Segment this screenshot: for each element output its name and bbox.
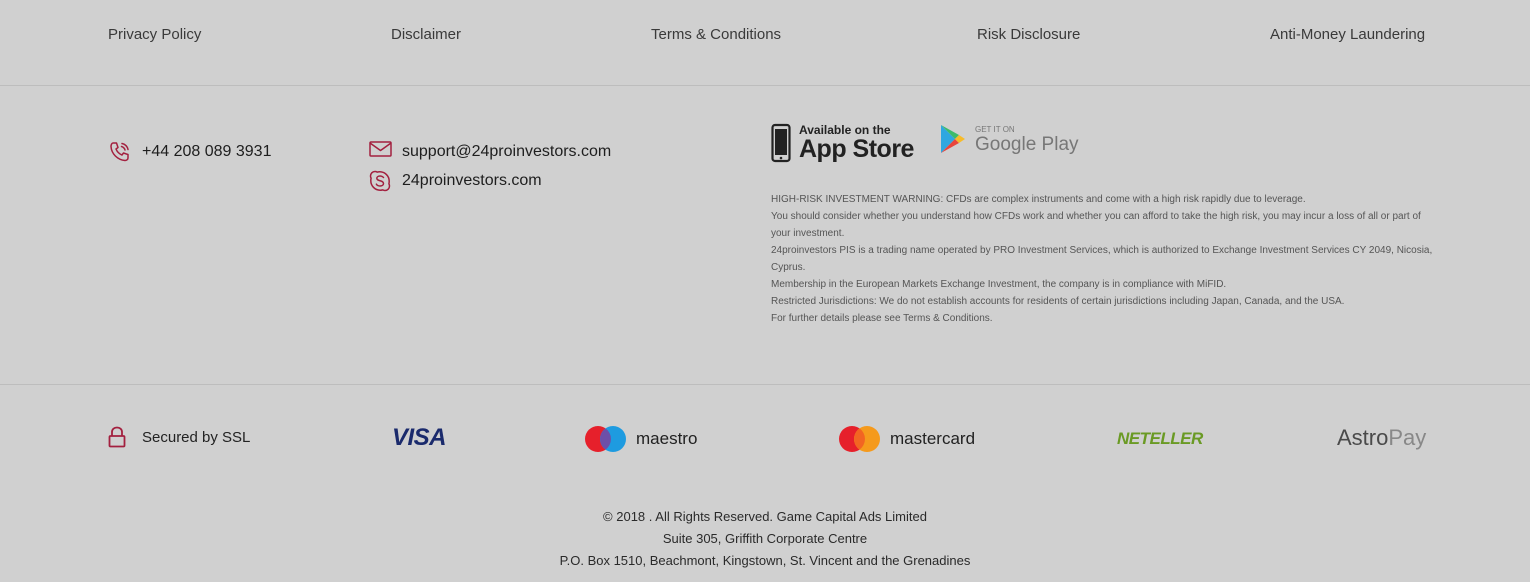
warning-line: Membership in the European Markets Excha… [771, 279, 1227, 290]
anti-money-laundering-link[interactable]: Anti-Money Laundering [1270, 26, 1425, 44]
mastercard-circles-icon [838, 425, 882, 453]
warning-line: Restricted Jurisdictions: We do not esta… [771, 296, 1345, 307]
address-line-2: P.O. Box 1510, Beachmont, Kingstown, St.… [559, 553, 971, 568]
maestro-text: maestro [636, 429, 698, 448]
warning-line: You should consider whether you understa… [771, 211, 1421, 239]
neteller-text: NETELLER [1117, 429, 1203, 448]
warning-line: 24proinvestors PIS is a trading name ope… [771, 245, 1433, 273]
google-play-icon [939, 124, 967, 156]
astropay-wordmark: AstroPay [1337, 425, 1426, 451]
google-play-big-text: Google Play [975, 133, 1079, 155]
apple-phone-icon [771, 123, 791, 163]
astropay-text-a: Astro [1337, 425, 1389, 450]
maestro-circles-icon [584, 425, 628, 453]
mastercard-logo: mastercard [838, 425, 975, 453]
privacy-policy-link[interactable]: Privacy Policy [108, 26, 201, 44]
ssl-badge: Secured by SSL [108, 426, 250, 448]
neteller-logo: NETELLER [1117, 429, 1203, 449]
astropay-logo: AstroPay [1337, 425, 1426, 451]
section-divider [0, 384, 1530, 385]
visa-logo: VISA [392, 424, 447, 452]
astropay-text-b: Pay [1388, 425, 1427, 450]
maestro-logo: maestro [584, 425, 697, 453]
skype-icon [368, 169, 392, 193]
google-play-badge[interactable]: GET IT ON Google Play [939, 124, 1079, 156]
mastercard-text: mastercard [890, 429, 976, 448]
risk-warning-text: HIGH-RISK INVESTMENT WARNING: CFDs are c… [771, 191, 1436, 327]
visa-text: VISA [392, 424, 447, 451]
warning-line: HIGH-RISK INVESTMENT WARNING: CFDs are c… [771, 194, 1306, 205]
email-contact[interactable]: support@24proinvestors.com [368, 140, 611, 164]
terms-conditions-link[interactable]: Terms & Conditions [651, 26, 781, 44]
warning-line: For further details please see Terms & C… [771, 313, 993, 324]
copyright-line: © 2018 . All Rights Reserved. Game Capit… [603, 509, 927, 524]
google-play-small-text: GET IT ON [975, 124, 1015, 134]
mail-icon [368, 140, 392, 164]
skype-id: 24proinvestors.com [402, 172, 542, 189]
copyright-block: © 2018 . All Rights Reserved. Game Capit… [0, 506, 1530, 572]
email-address: support@24proinvestors.com [402, 143, 612, 160]
phone-number: +44 208 089 3931 [142, 143, 272, 160]
lock-icon [108, 426, 126, 448]
disclaimer-link[interactable]: Disclaimer [391, 26, 461, 44]
skype-contact[interactable]: 24proinvestors.com [368, 169, 542, 193]
phone-contact[interactable]: +44 208 089 3931 [108, 140, 271, 164]
ssl-label: Secured by SSL [142, 428, 251, 446]
address-line-1: Suite 305, Griffith Corporate Centre [662, 531, 868, 546]
app-store-big-text: App Store [799, 135, 914, 163]
phone-icon [108, 140, 132, 164]
app-store-badge[interactable]: Available on the App Store [771, 123, 914, 163]
footer-links-bar: Privacy Policy Disclaimer Terms & Condit… [0, 0, 1530, 86]
risk-disclosure-link[interactable]: Risk Disclosure [977, 26, 1080, 44]
